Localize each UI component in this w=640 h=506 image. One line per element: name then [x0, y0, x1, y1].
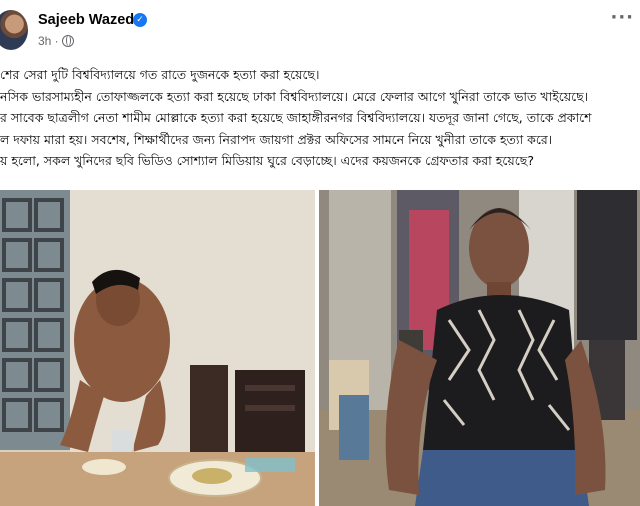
post-meta: 3h ·: [38, 34, 74, 48]
post-photos: [0, 190, 640, 506]
verified-badge-icon: ✓: [133, 13, 147, 27]
post-text-line: ল দফায় মারা হয়। সবশেষ, শিক্ষার্থীদের জ…: [0, 131, 553, 147]
author-avatar[interactable]: [0, 10, 28, 50]
photo-right-image: [319, 190, 640, 506]
globe-icon: [61, 35, 74, 47]
post-photo-right[interactable]: [319, 190, 640, 506]
post-text: শের সেরা দুটি বিশ্ববিদ্যালয়ে গত রাতে দু…: [0, 64, 640, 172]
post-text-line: শের সেরা দুটি বিশ্ববিদ্যালয়ে গত রাতে দু…: [0, 67, 320, 82]
post-timestamp[interactable]: 3h ·: [38, 34, 59, 48]
more-options-button[interactable]: ···: [610, 9, 634, 27]
post-text-line: নসিক ভারসাম্যহীন তোফাজ্জলকে হত্যা করা হয…: [0, 88, 589, 104]
post-text-line: র সাবেক ছাত্রলীগ নেতা শামীম মোল্লাকে হত্…: [0, 110, 592, 125]
photo-left-image: [0, 190, 315, 506]
post-photo-left[interactable]: [0, 190, 315, 506]
author-name[interactable]: Sajeeb Wazed: [38, 12, 134, 28]
post-text-line: য় হলো, সকল খুনিদের ছবি ভিডিও সোশ্যাল মি…: [0, 153, 534, 168]
post-header: Sajeeb Wazed ✓ 3h · ···: [0, 0, 640, 56]
